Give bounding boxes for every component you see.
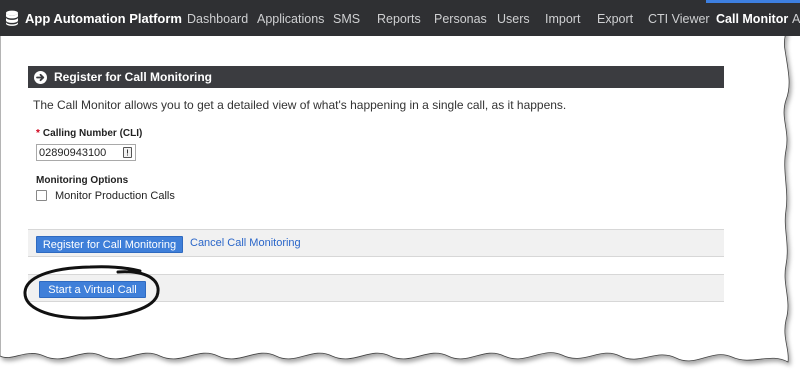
cli-label-text: Calling Number (CLI) <box>42 128 143 139</box>
nav-export[interactable]: Export <box>597 0 633 36</box>
monitoring-options-label: Monitoring Options <box>36 175 129 186</box>
arrow-right-circle-icon <box>34 70 47 84</box>
database-icon <box>6 10 18 26</box>
register-action-bar: Register for Call Monitoring Cancel Call… <box>28 229 724 257</box>
start-virtual-call-button[interactable]: Start a Virtual Call <box>39 281 146 298</box>
nav-overflow-item[interactable]: A <box>792 0 800 36</box>
required-marker: * <box>36 128 40 139</box>
nav-sms[interactable]: SMS <box>333 0 360 36</box>
page: App Automation Platform Dashboard Applic… <box>0 0 800 375</box>
nav-reports[interactable]: Reports <box>377 0 421 36</box>
section-title: Register for Call Monitoring <box>54 70 213 84</box>
top-navbar: App Automation Platform Dashboard Applic… <box>0 0 800 36</box>
cli-input[interactable] <box>39 146 119 159</box>
nav-import[interactable]: Import <box>545 0 580 36</box>
brand-name: App Automation Platform <box>25 10 182 26</box>
nav-users[interactable]: Users <box>497 0 530 36</box>
monitor-production-label[interactable]: Monitor Production Calls <box>55 190 175 202</box>
cli-label: * Calling Number (CLI) <box>36 128 142 139</box>
nav-call-monitor[interactable]: Call Monitor <box>705 0 800 36</box>
section-header: Register for Call Monitoring <box>28 66 724 88</box>
nav-applications[interactable]: Applications <box>257 0 324 36</box>
virtual-call-action-bar: Start a Virtual Call <box>28 274 724 302</box>
monitor-production-checkbox[interactable] <box>36 190 47 201</box>
cancel-monitoring-link[interactable]: Cancel Call Monitoring <box>190 237 301 249</box>
nav-cti-viewer[interactable]: CTI Viewer <box>648 0 710 36</box>
intro-text: The Call Monitor allows you to get a det… <box>33 98 567 112</box>
brand[interactable]: App Automation Platform <box>5 0 182 36</box>
cli-field[interactable] <box>36 144 136 161</box>
nav-personas[interactable]: Personas <box>434 0 487 36</box>
nav-dashboard[interactable]: Dashboard <box>187 0 248 36</box>
contact-card-icon[interactable] <box>123 147 132 158</box>
register-button[interactable]: Register for Call Monitoring <box>36 236 183 253</box>
